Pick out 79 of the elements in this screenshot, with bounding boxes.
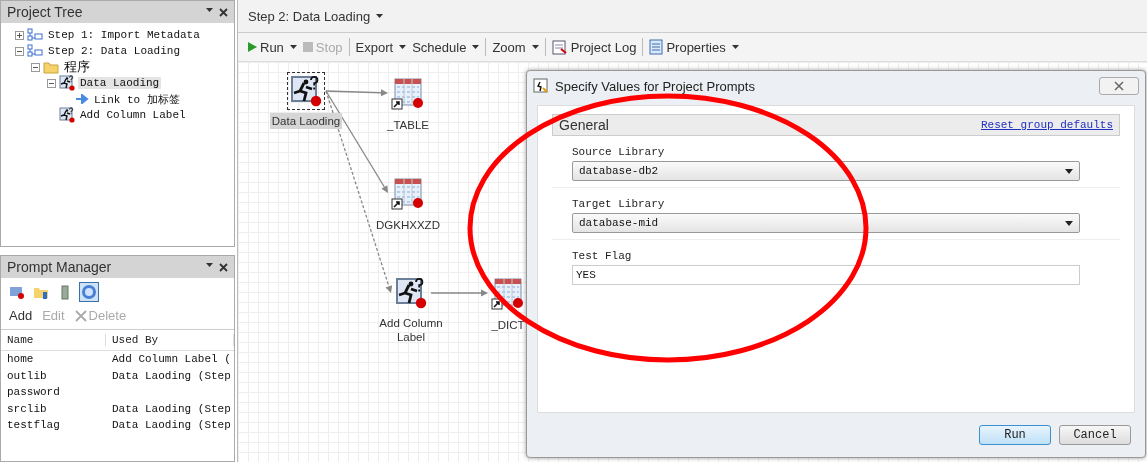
column-header[interactable]: Name [1, 334, 106, 346]
dialog-title: Specify Values for Project Prompts [555, 78, 756, 94]
tree-item[interactable]: 程序 [62, 58, 92, 76]
panel-title: Prompt Manager [7, 259, 112, 275]
tree-item[interactable]: Step 2: Data Loading [46, 45, 183, 57]
node-label[interactable]: _TABLE [385, 117, 431, 133]
workflow-icon [27, 44, 43, 58]
plus-box-icon[interactable] [15, 30, 24, 40]
close-button[interactable] [1099, 77, 1139, 95]
running-figure-icon [290, 75, 322, 107]
flow-title[interactable]: Step 2: Data Loading [248, 8, 371, 24]
toolbar-button[interactable]: Zoom [492, 39, 526, 55]
toolbar-button[interactable]: Run [248, 39, 284, 55]
dropdown-arrow-icon [1065, 168, 1073, 174]
node-label[interactable]: _DICT [489, 317, 527, 333]
table-cell-text: Data Laoding (Step [111, 402, 232, 415]
stop-icon [302, 42, 313, 52]
table-cell-text: srclib [6, 402, 48, 415]
field-label: Test Flag [572, 250, 633, 262]
table-cell-text: home [6, 353, 35, 366]
properties-icon [649, 39, 664, 55]
minus-box-icon[interactable] [31, 62, 40, 72]
caret-icon [206, 7, 213, 12]
table-cell-text: Add Column Label ( [111, 353, 232, 366]
caret-icon[interactable] [289, 45, 297, 49]
tree-item[interactable]: Step 1: Import Metadata [46, 29, 202, 41]
running-figure-icon [395, 277, 427, 309]
table-icon [491, 277, 525, 311]
dialog-button[interactable]: Run [979, 425, 1051, 445]
running-figure-icon [533, 78, 549, 94]
dialog-button[interactable]: Cancel [1059, 425, 1131, 445]
caret-icon [206, 262, 213, 267]
disc-icon[interactable] [79, 282, 99, 302]
field-label: Source Library [572, 146, 666, 158]
column-header[interactable]: Used By [106, 334, 234, 346]
toolbar-button[interactable]: Export [355, 39, 394, 55]
tree-item[interactable]: Add Column Label [78, 109, 188, 121]
caret-icon[interactable] [399, 45, 407, 49]
toolbar-button[interactable]: Properties [649, 39, 726, 55]
table-cell-text: outlib [6, 369, 48, 382]
log-icon [551, 39, 568, 55]
play-icon [248, 42, 257, 52]
close-icon [74, 309, 87, 322]
table-cell-text: Data Laoding (Step [111, 369, 232, 382]
close-icon[interactable] [219, 262, 228, 272]
table-cell-text: password [6, 386, 61, 399]
workflow-icon [27, 28, 43, 42]
running-figure-icon [59, 75, 75, 91]
toolbar-button[interactable]: Project Log [551, 39, 637, 55]
toolbar-button[interactable]: Schedule [412, 39, 467, 55]
node-label[interactable]: Data Laoding [269, 113, 343, 129]
action-button[interactable]: Add [9, 308, 33, 323]
reset-link[interactable]: Reset group defaults [980, 119, 1113, 131]
field-label: Target Library [572, 198, 666, 210]
table-icon [391, 177, 425, 211]
node-label[interactable]: Add Column Label [371, 315, 451, 345]
dropdown-field[interactable]: database-db2 [572, 161, 1080, 181]
minus-box-icon[interactable] [47, 78, 56, 88]
arrow-icon [75, 94, 89, 104]
tree-item[interactable]: Data Laoding [78, 77, 162, 89]
tree-item[interactable]: Link to 加标签 [92, 91, 182, 107]
caret-icon [376, 14, 384, 18]
close-icon [1114, 81, 1124, 91]
table-cell-text: Data Laoding (Step [111, 419, 232, 432]
dropdown-field[interactable]: database-mid [572, 213, 1080, 233]
panel-title: Project Tree [7, 4, 83, 20]
node-label[interactable]: DGKHXXZD [374, 217, 442, 233]
close-icon[interactable] [219, 7, 228, 17]
group-title: General [559, 117, 609, 133]
minus-box-icon[interactable] [15, 46, 24, 56]
input-field[interactable]: YES [572, 265, 1080, 285]
folder-icon [43, 60, 59, 74]
caret-icon[interactable] [472, 45, 480, 49]
dropdown-arrow-icon [1065, 220, 1073, 226]
table-cell-text: testflag [6, 419, 61, 432]
caret-icon[interactable] [531, 45, 539, 49]
caret-icon[interactable] [731, 45, 739, 49]
table-icon [391, 77, 425, 111]
running-figure-icon [59, 107, 75, 123]
